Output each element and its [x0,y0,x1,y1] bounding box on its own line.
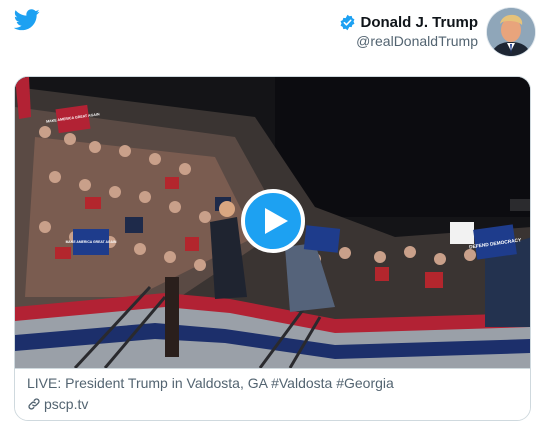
author-avatar[interactable] [486,7,536,57]
video-thumbnail[interactable]: MAKE AMERICA GREAT AGAIN MAKE AMERICA GR… [15,77,530,368]
author-name[interactable]: Donald J. Trump [360,14,478,31]
card-domain[interactable]: pscp.tv [27,396,88,412]
link-card[interactable]: MAKE AMERICA GREAT AGAIN MAKE AMERICA GR… [14,76,531,421]
card-footer[interactable]: LIVE: President Trump in Valdosta, GA #V… [15,368,530,420]
twitter-bird-icon[interactable] [14,9,40,31]
author-handle[interactable]: @realDonaldTrump [339,33,478,49]
link-icon [28,398,40,410]
play-icon [264,208,288,234]
play-button[interactable] [241,189,305,253]
verified-badge-icon [341,14,355,31]
maga-sign-2: MAKE AMERICA GREAT AGAIN [66,240,117,244]
tweet-author[interactable]: Donald J. Trump @realDonaldTrump [339,14,478,49]
card-domain-text: pscp.tv [44,396,89,412]
card-title[interactable]: LIVE: President Trump in Valdosta, GA #V… [27,375,394,391]
avatar-portrait [487,8,535,56]
